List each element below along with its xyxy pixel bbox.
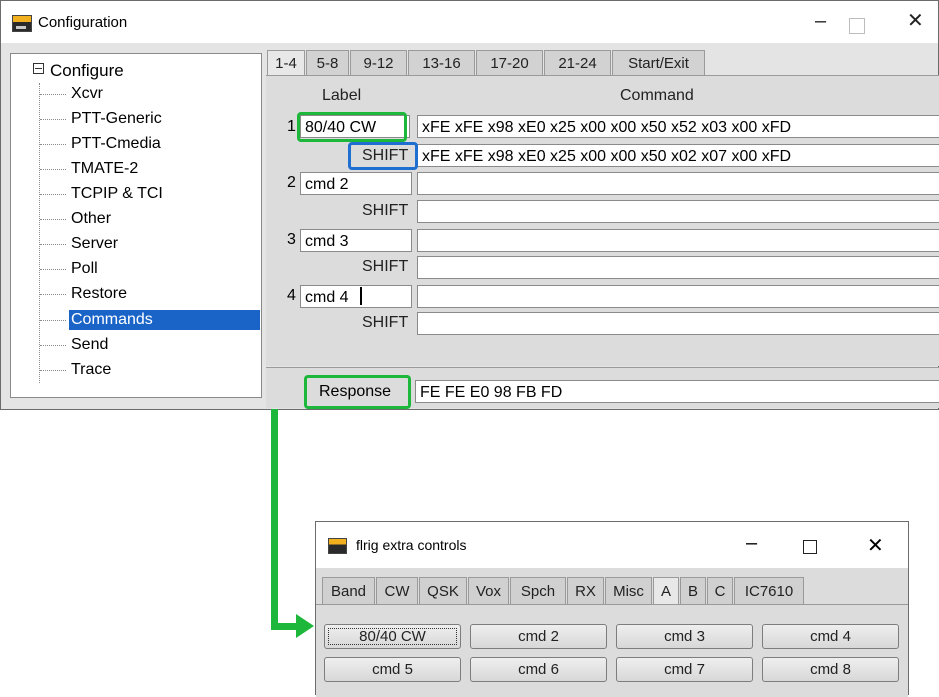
highlight-response-box bbox=[304, 375, 411, 409]
label-input-4[interactable]: cmd 4 bbox=[300, 285, 412, 308]
extra-controls-window: flrig extra controls – ✕ Band CW QSK Vox… bbox=[315, 521, 909, 697]
configuration-window: Configuration – ✕ Configure Xcvr PTT-Gen… bbox=[0, 0, 939, 410]
text-cursor bbox=[360, 287, 362, 305]
tab-5-8[interactable]: 5-8 bbox=[306, 50, 349, 75]
shift-command-input-1[interactable]: xFE xFE x98 xE0 x25 x00 x00 x50 x02 x07 … bbox=[417, 144, 939, 167]
tab-spch[interactable]: Spch bbox=[510, 577, 566, 604]
row-number: 2 bbox=[287, 174, 296, 191]
highlight-shift-box bbox=[348, 142, 418, 170]
command-input-1[interactable]: xFE xFE x98 xE0 x25 x00 x00 x50 x52 x03 … bbox=[417, 115, 939, 138]
title-bar: Configuration – ✕ bbox=[1, 1, 938, 43]
tree-item-tcpip-tci[interactable]: TCPIP & TCI bbox=[40, 184, 165, 204]
tab-ic7610[interactable]: IC7610 bbox=[734, 577, 804, 604]
tree-root[interactable]: Configure bbox=[33, 61, 124, 81]
shift-label: SHIFT bbox=[362, 314, 409, 331]
tree-item-send[interactable]: Send bbox=[40, 335, 110, 355]
window-title: flrig extra controls bbox=[356, 537, 467, 553]
tab-cw[interactable]: CW bbox=[376, 577, 418, 604]
tree-item-xcvr[interactable]: Xcvr bbox=[40, 84, 105, 104]
tree-item-ptt-cmedia[interactable]: PTT-Cmedia bbox=[40, 134, 163, 154]
command-input-2[interactable] bbox=[417, 172, 939, 195]
minimize-button[interactable]: – bbox=[746, 532, 757, 555]
tree-connector bbox=[39, 83, 40, 383]
tab-21-24[interactable]: 21-24 bbox=[544, 50, 611, 75]
command-button-6[interactable]: cmd 6 bbox=[470, 657, 607, 682]
label-column-header: Label bbox=[322, 87, 362, 104]
command-column-header: Command bbox=[620, 87, 694, 104]
highlight-label-box bbox=[297, 112, 407, 142]
tree-item-commands[interactable]: Commands bbox=[40, 310, 260, 330]
tree-item-tmate-2[interactable]: TMATE-2 bbox=[40, 159, 140, 179]
tab-misc[interactable]: Misc bbox=[605, 577, 652, 604]
tree-item-poll[interactable]: Poll bbox=[40, 259, 100, 279]
row-number: 1 bbox=[287, 118, 296, 135]
tab-1-4[interactable]: 1-4 bbox=[267, 50, 305, 75]
tab-start-exit[interactable]: Start/Exit bbox=[612, 50, 705, 75]
tab-13-16[interactable]: 13-16 bbox=[408, 50, 475, 75]
tab-17-20[interactable]: 17-20 bbox=[476, 50, 543, 75]
tab-band[interactable]: Band bbox=[322, 577, 375, 604]
row-number: 4 bbox=[287, 287, 296, 304]
shift-label: SHIFT bbox=[362, 258, 409, 275]
tab-a[interactable]: A bbox=[653, 577, 679, 604]
app-icon bbox=[328, 538, 347, 554]
command-input-3[interactable] bbox=[417, 229, 939, 252]
app-icon bbox=[12, 15, 32, 32]
buttons-panel bbox=[316, 604, 908, 697]
tab-9-12[interactable]: 9-12 bbox=[350, 50, 407, 75]
tree-item-restore[interactable]: Restore bbox=[40, 284, 129, 304]
window-title: Configuration bbox=[38, 14, 128, 31]
command-button-4[interactable]: cmd 4 bbox=[762, 624, 899, 649]
tab-c[interactable]: C bbox=[707, 577, 733, 604]
tab-vox[interactable]: Vox bbox=[468, 577, 509, 604]
command-input-4[interactable] bbox=[417, 285, 939, 308]
config-tree: Configure Xcvr PTT-Generic PTT-Cmedia TM… bbox=[10, 53, 262, 398]
command-button-2[interactable]: cmd 2 bbox=[470, 624, 607, 649]
shift-command-input-3[interactable] bbox=[417, 256, 939, 279]
tree-item-other[interactable]: Other bbox=[40, 209, 113, 229]
command-button-8[interactable]: cmd 8 bbox=[762, 657, 899, 682]
label-input-2[interactable]: cmd 2 bbox=[300, 172, 412, 195]
tree-item-trace[interactable]: Trace bbox=[40, 360, 113, 380]
tab-qsk[interactable]: QSK bbox=[419, 577, 467, 604]
label-input-3[interactable]: cmd 3 bbox=[300, 229, 412, 252]
command-button-5[interactable]: cmd 5 bbox=[324, 657, 461, 682]
arrow-head-icon bbox=[296, 614, 314, 638]
tree-root-label: Configure bbox=[50, 61, 124, 80]
shift-command-input-2[interactable] bbox=[417, 200, 939, 223]
row-number: 3 bbox=[287, 231, 296, 248]
maximize-button[interactable] bbox=[849, 18, 865, 34]
tree-item-ptt-generic[interactable]: PTT-Generic bbox=[40, 109, 164, 129]
close-button[interactable]: ✕ bbox=[907, 9, 924, 33]
tab-b[interactable]: B bbox=[680, 577, 706, 604]
command-button-3[interactable]: cmd 3 bbox=[616, 624, 753, 649]
close-button[interactable]: ✕ bbox=[867, 533, 884, 558]
tree-item-server[interactable]: Server bbox=[40, 234, 120, 254]
maximize-button[interactable] bbox=[803, 540, 817, 554]
minimize-button[interactable]: – bbox=[815, 9, 826, 33]
collapse-icon[interactable] bbox=[33, 63, 44, 74]
arrow-line bbox=[271, 623, 297, 630]
shift-command-input-4[interactable] bbox=[417, 312, 939, 335]
command-button-1[interactable]: 80/40 CW bbox=[324, 624, 461, 649]
command-button-7[interactable]: cmd 7 bbox=[616, 657, 753, 682]
tab-rx[interactable]: RX bbox=[567, 577, 604, 604]
response-input[interactable]: FE FE E0 98 FB FD bbox=[415, 380, 939, 403]
title-bar: flrig extra controls – ✕ bbox=[316, 522, 908, 568]
arrow-line bbox=[271, 409, 278, 629]
shift-label: SHIFT bbox=[362, 202, 409, 219]
